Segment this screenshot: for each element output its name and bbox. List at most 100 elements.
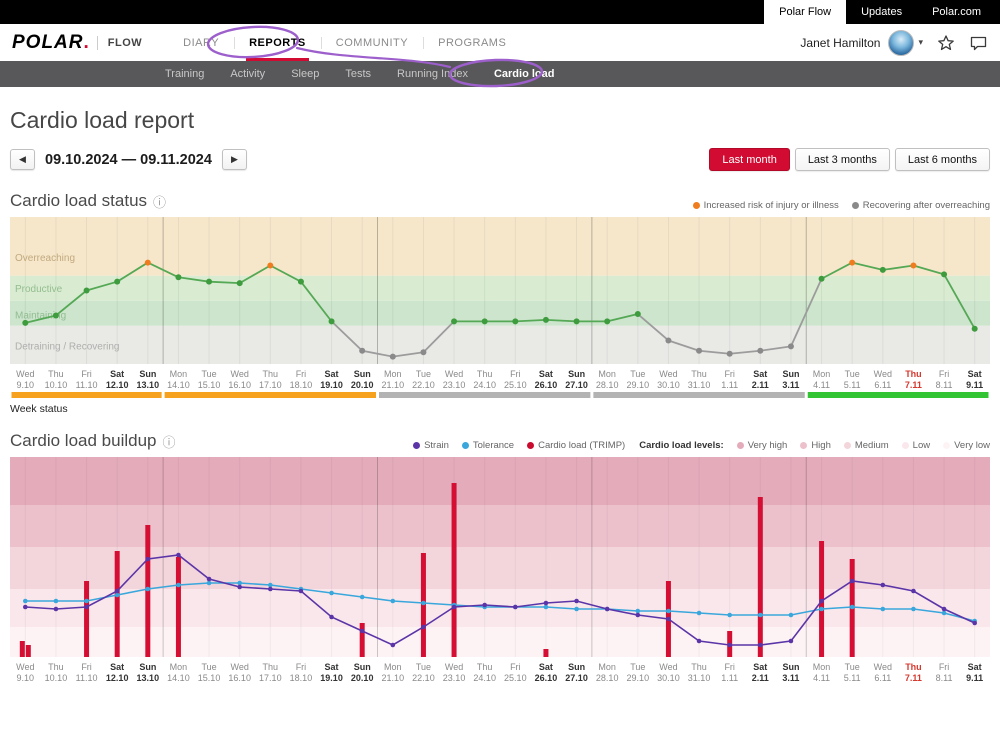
buildup-section-head: Cardio load buildupⓘ StrainToleranceCard…: [10, 431, 990, 451]
svg-text:23.10: 23.10: [443, 380, 466, 390]
svg-text:15.10: 15.10: [198, 673, 221, 683]
svg-text:Mon: Mon: [598, 662, 616, 672]
nav-community[interactable]: COMMUNITY: [321, 24, 423, 61]
svg-text:29.10: 29.10: [627, 673, 650, 683]
svg-text:Tue: Tue: [630, 662, 645, 672]
subnav-tests[interactable]: Tests: [332, 61, 384, 87]
nav-programs[interactable]: PROGRAMS: [423, 24, 521, 61]
subnav-training[interactable]: Training: [152, 61, 217, 87]
svg-text:8.11: 8.11: [936, 673, 953, 683]
svg-text:Sat: Sat: [539, 662, 553, 672]
svg-text:26.10: 26.10: [535, 380, 558, 390]
legend-item: Tolerance: [462, 440, 514, 451]
week-status-label: Week status: [10, 403, 990, 415]
svg-text:31.10: 31.10: [688, 380, 711, 390]
svg-text:27.10: 27.10: [565, 673, 588, 683]
legend-label: High: [811, 440, 831, 451]
legend-label: Strain: [424, 440, 449, 451]
cardio-load-buildup-chart: Wed9.10Thu10.10Fri11.10Sat12.10Sun13.10M…: [10, 457, 990, 685]
legend-label: Recovering after overreaching: [863, 200, 990, 211]
subnav-sleep[interactable]: Sleep: [278, 61, 332, 87]
legend-label: Very high: [748, 440, 788, 451]
svg-text:Fri: Fri: [81, 662, 92, 672]
svg-text:27.10: 27.10: [565, 380, 588, 390]
topbar: Polar Flow Updates Polar.com: [0, 0, 1000, 24]
svg-text:18.10: 18.10: [290, 380, 313, 390]
nav-diary[interactable]: DIARY: [168, 24, 234, 61]
info-icon[interactable]: ⓘ: [163, 432, 176, 451]
subnav-activity[interactable]: Activity: [217, 61, 278, 87]
content: Cardio load report ◀ 09.10.2024 — 09.11.…: [0, 107, 1000, 685]
svg-text:7.11: 7.11: [905, 380, 922, 390]
svg-text:Sat: Sat: [110, 662, 124, 672]
svg-text:5.11: 5.11: [844, 673, 861, 683]
legend-item: Increased risk of injury or illness: [693, 200, 839, 211]
buildup-legend: StrainToleranceCardio load (TRIMP)Cardio…: [400, 440, 990, 451]
svg-text:Fri: Fri: [939, 662, 950, 672]
svg-text:Sat: Sat: [325, 369, 339, 379]
svg-text:30.10: 30.10: [657, 673, 680, 683]
feedback-chat-icon[interactable]: [969, 34, 988, 52]
polar-flow-app: Polar Flow Updates Polar.com POLAR. FLOW…: [0, 0, 1000, 735]
info-icon[interactable]: ⓘ: [153, 192, 166, 211]
subnav-running-index[interactable]: Running Index: [384, 61, 481, 87]
avatar[interactable]: [888, 30, 914, 56]
chevron-down-icon[interactable]: ▾: [918, 37, 923, 48]
last-6-months-button[interactable]: Last 6 months: [895, 148, 990, 171]
main-nav: DIARY REPORTS COMMUNITY PROGRAMS: [168, 24, 521, 61]
svg-text:Productive: Productive: [15, 284, 63, 295]
polar-logo[interactable]: POLAR.: [12, 24, 89, 61]
svg-text:Sat: Sat: [968, 369, 982, 379]
svg-text:8.11: 8.11: [936, 380, 953, 390]
svg-text:22.10: 22.10: [412, 380, 435, 390]
svg-text:13.10: 13.10: [137, 673, 160, 683]
svg-text:Fri: Fri: [510, 369, 521, 379]
svg-text:Tue: Tue: [845, 662, 860, 672]
topbar-tab-updates[interactable]: Updates: [846, 0, 917, 24]
next-period-button[interactable]: ▶: [222, 149, 247, 170]
svg-text:Wed: Wed: [231, 369, 249, 379]
legend-item: Strain: [413, 440, 449, 451]
svg-text:2.11: 2.11: [752, 380, 769, 390]
svg-text:28.10: 28.10: [596, 673, 619, 683]
legend-item: Recovering after overreaching: [852, 200, 990, 211]
svg-text:Mon: Mon: [598, 369, 616, 379]
topbar-tab-polar-flow[interactable]: Polar Flow: [764, 0, 846, 24]
svg-text:Tue: Tue: [416, 369, 431, 379]
svg-text:Fri: Fri: [724, 369, 735, 379]
svg-text:4.11: 4.11: [813, 673, 830, 683]
nav-reports[interactable]: REPORTS: [234, 24, 321, 61]
legend-dot-icon: [413, 442, 420, 449]
svg-text:20.10: 20.10: [351, 380, 374, 390]
svg-text:Thu: Thu: [691, 369, 707, 379]
last-month-button[interactable]: Last month: [709, 148, 789, 171]
favorites-star-icon[interactable]: [937, 34, 955, 52]
svg-text:23.10: 23.10: [443, 673, 466, 683]
svg-text:1.11: 1.11: [721, 673, 738, 683]
svg-text:Sun: Sun: [568, 369, 585, 379]
svg-text:1.11: 1.11: [721, 380, 738, 390]
svg-text:Sun: Sun: [139, 369, 156, 379]
svg-text:Tue: Tue: [201, 369, 216, 379]
svg-text:Tue: Tue: [845, 369, 860, 379]
svg-text:Wed: Wed: [231, 662, 249, 672]
svg-text:26.10: 26.10: [535, 673, 558, 683]
svg-text:21.10: 21.10: [382, 380, 405, 390]
svg-text:9.11: 9.11: [966, 380, 983, 390]
svg-text:Sun: Sun: [354, 369, 371, 379]
user-name[interactable]: Janet Hamilton: [800, 36, 880, 50]
last-3-months-button[interactable]: Last 3 months: [795, 148, 890, 171]
svg-text:Sun: Sun: [782, 662, 799, 672]
svg-text:Sat: Sat: [753, 662, 767, 672]
svg-text:Wed: Wed: [445, 369, 463, 379]
svg-text:24.10: 24.10: [473, 673, 496, 683]
svg-text:Mon: Mon: [170, 369, 188, 379]
svg-text:11.10: 11.10: [76, 673, 98, 683]
subnav-cardio-load[interactable]: Cardio load: [481, 61, 568, 87]
svg-text:Fri: Fri: [81, 369, 92, 379]
prev-period-button[interactable]: ◀: [10, 149, 35, 170]
levels-label: Cardio load levels:: [639, 440, 723, 451]
legend-dot-icon: [852, 202, 859, 209]
topbar-tab-polar-com[interactable]: Polar.com: [917, 0, 996, 24]
status-section-title: Cardio load statusⓘ: [10, 191, 166, 211]
